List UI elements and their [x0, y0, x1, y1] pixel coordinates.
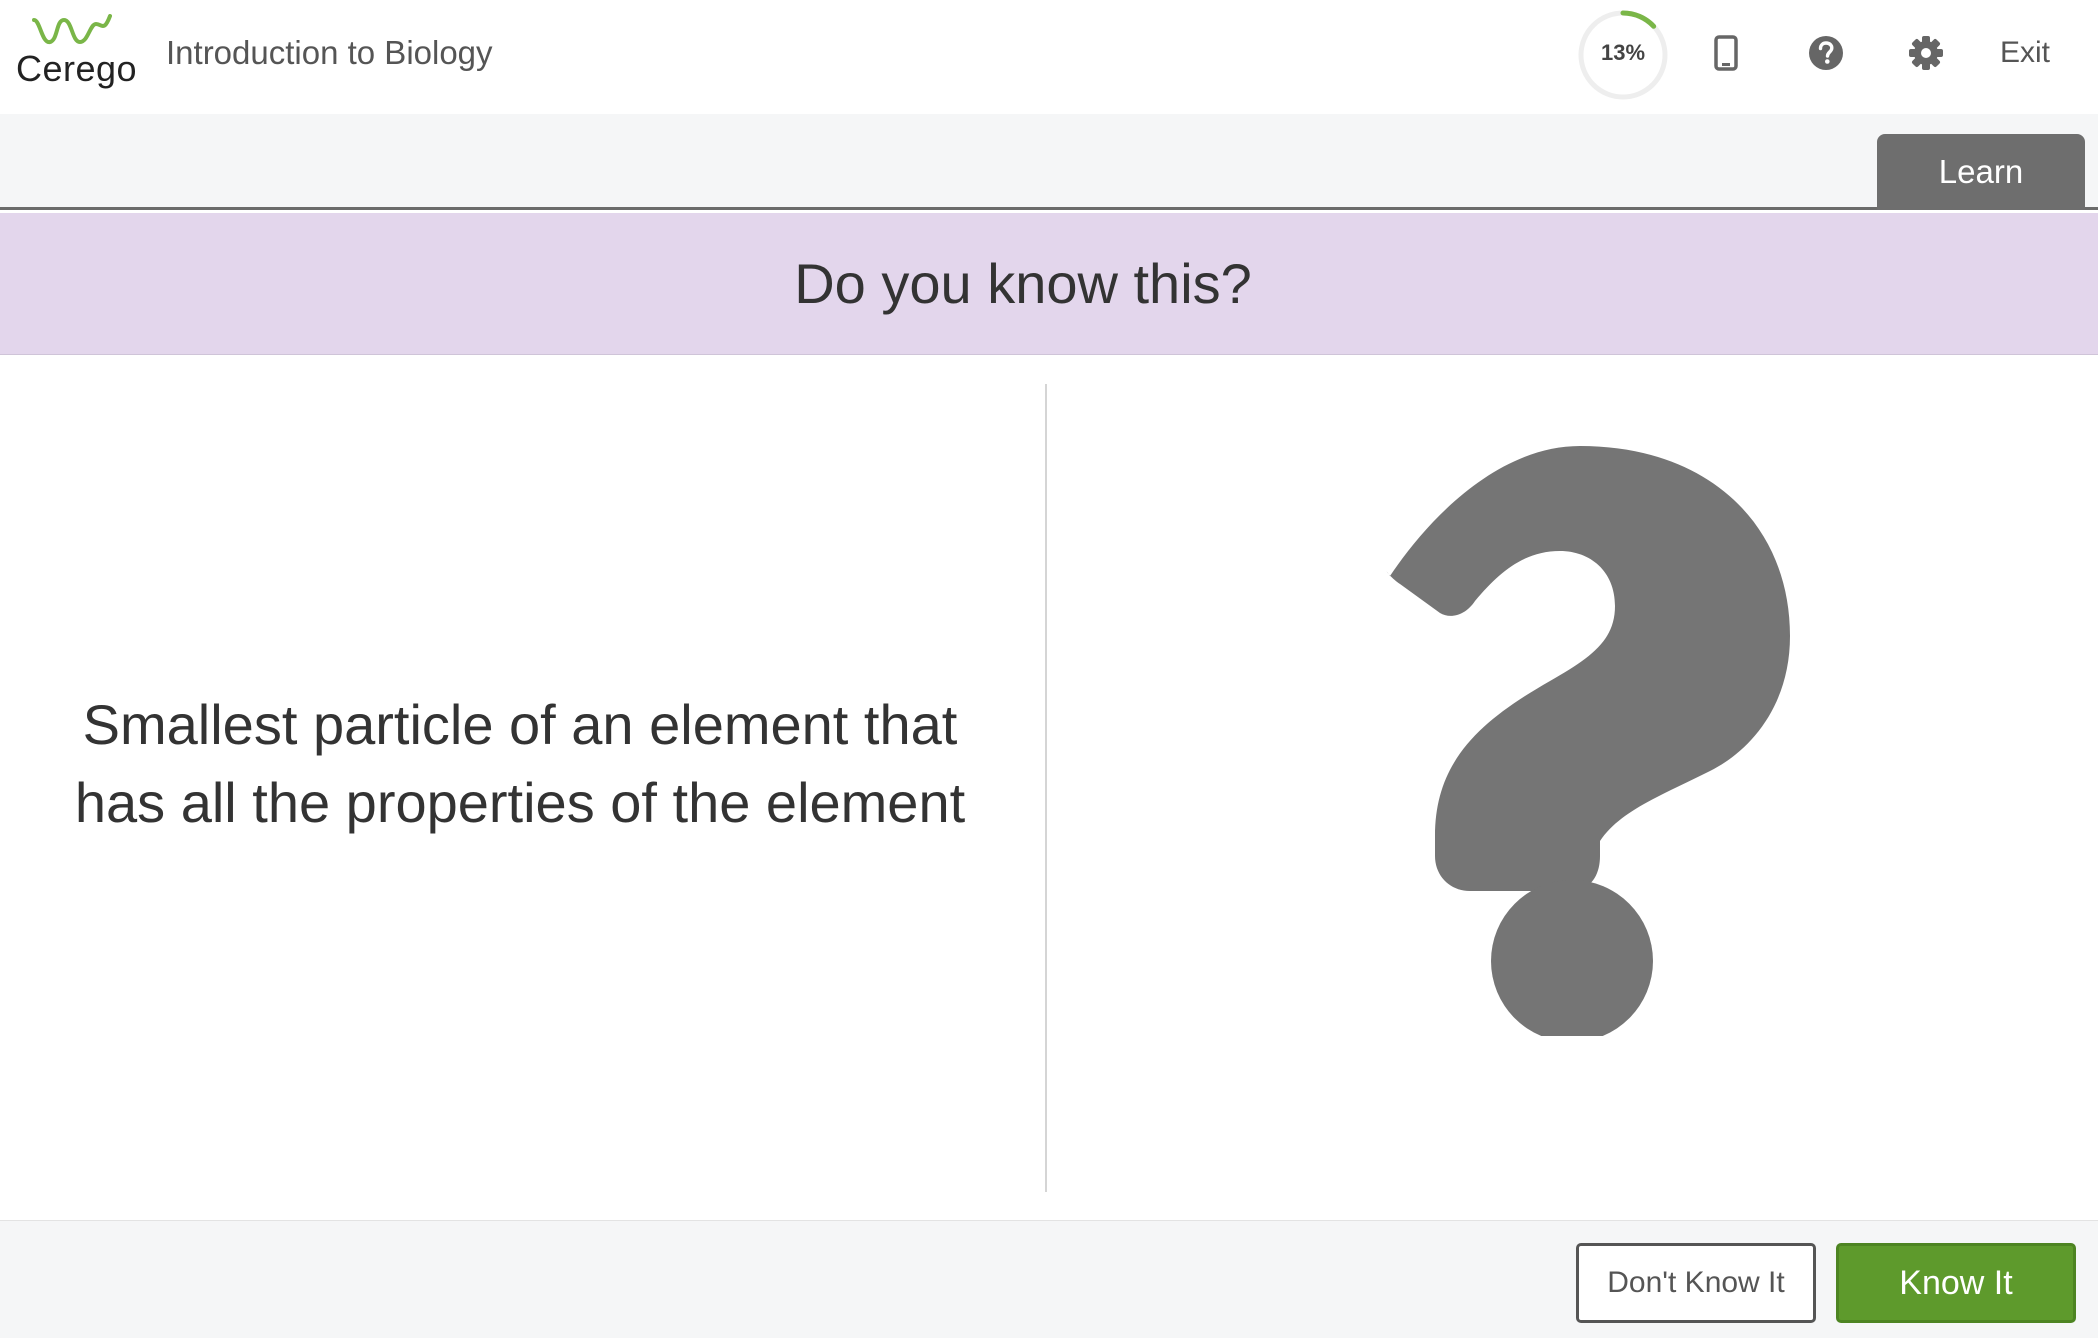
- help-button[interactable]: [1804, 28, 1848, 78]
- cerego-logo[interactable]: Cerego: [14, 14, 137, 94]
- know-it-button[interactable]: Know It: [1836, 1243, 2076, 1323]
- course-title: Introduction to Biology: [166, 34, 493, 71]
- learning-app: Cerego Introduction to Biology 13% Exit …: [0, 0, 2098, 1338]
- question-mark-icon: [1386, 446, 1790, 1036]
- settings-button[interactable]: [1904, 28, 1948, 78]
- question-text: Smallest particle of an element that has…: [74, 693, 966, 834]
- card-divider: [1045, 384, 1047, 1192]
- answer-footer: Don't Know It Know It: [0, 1220, 2098, 1338]
- mobile-app-button[interactable]: [1704, 28, 1748, 78]
- mode-tab-strip: Learn: [0, 114, 2098, 210]
- tab-learn[interactable]: Learn: [1877, 134, 2085, 210]
- prompt-banner: Do you know this?: [0, 213, 2098, 355]
- progress-indicator: 13%: [1576, 8, 1670, 102]
- dont-know-it-button[interactable]: Don't Know It: [1576, 1243, 1816, 1323]
- logo-text: Cerego: [16, 48, 138, 89]
- gear-icon: [1909, 36, 1943, 70]
- progress-percent: 13%: [1600, 40, 1646, 65]
- help-icon: [1809, 36, 1843, 70]
- cerego-wave-icon: [32, 14, 112, 45]
- exit-button[interactable]: Exit: [2000, 36, 2050, 70]
- top-header: Cerego Introduction to Biology 13% Exit: [0, 0, 2098, 114]
- prompt-heading: Do you know this?: [794, 252, 1252, 315]
- flashcard: Smallest particle of an element that has…: [0, 356, 2098, 1220]
- mobile-phone-icon: [1714, 35, 1738, 71]
